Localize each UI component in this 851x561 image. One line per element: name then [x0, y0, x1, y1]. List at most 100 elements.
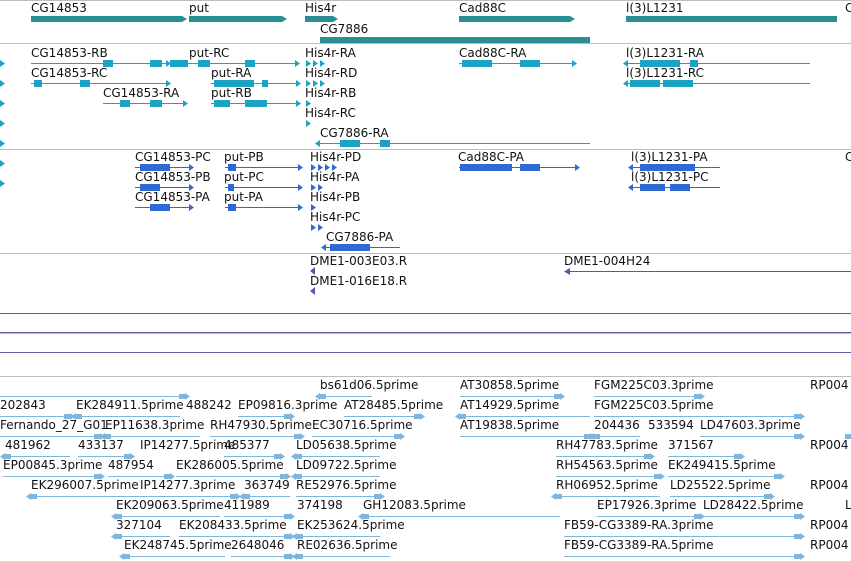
clone-label-dme1-016e18-r: DME1-016E18.R: [310, 274, 407, 288]
est-label-ep09816-3prime: EP09816.3prime: [238, 398, 337, 412]
est-glyph[interactable]: [700, 433, 805, 440]
gene-label-put: put: [189, 1, 209, 15]
est-glyph[interactable]: [564, 553, 805, 560]
gene-glyph[interactable]: [320, 37, 590, 43]
arrow-icon: [0, 120, 5, 127]
gene-glyph[interactable]: [626, 16, 837, 22]
track-canvas[interactable]: CG14853 put His4r Cad88C l(3)L1231 C CG7886 CG1…: [0, 0, 851, 561]
est-label-ep17926-3prime: EP17926.3prime: [597, 498, 696, 512]
transcript-label-l-3-l1231-rc: l(3)L1231-RC: [626, 66, 704, 80]
est-label-204436: 204436: [594, 418, 640, 432]
est-label-ek248745-5prime: EK248745.5prime: [124, 538, 232, 552]
clone-glyph[interactable]: [564, 268, 570, 275]
est-label-ek253624-5prime: EK253624.5prime: [297, 518, 405, 532]
est-label-ld09722-5prime: LD09722.5prime: [296, 458, 397, 472]
est-label-ek249415-5prime: EK249415.5prime: [668, 458, 776, 472]
transcript-label-put-rc: put-RC: [189, 46, 229, 60]
transcript-label-his4r-rd: His4r-RD: [305, 66, 357, 80]
est-label-ec30716-5prime: EC30716.5prime: [312, 418, 413, 432]
est-label-rh47930-5prime: RH47930.5prime: [210, 418, 312, 432]
genome-browser-panel[interactable]: CG14853 put His4r Cad88C l(3)L1231 C CG7886 CG1…: [0, 0, 851, 561]
est-label-fb59-cg3389-ra-5prime: FB59-CG3389-RA.5prime: [564, 538, 714, 552]
transcript-glyph[interactable]: [211, 100, 301, 107]
est-label-371567: 371567: [668, 438, 714, 452]
est-label-ep00845-3prime: EP00845.3prime: [3, 458, 102, 472]
transcript-label-cg14853-rc: CG14853-RC: [31, 66, 107, 80]
transcript-label-l-3-l1231-pa: l(3)L1231-PA: [631, 150, 708, 164]
est-label-fb59-cg3389-ra-3prime: FB59-CG3389-RA.3prime: [564, 518, 714, 532]
transcript-glyph[interactable]: [459, 164, 580, 171]
est-label-481962: 481962: [5, 438, 51, 452]
est-label-327104: 327104: [116, 518, 162, 532]
transcript-label-his4r-pc: His4r-PC: [310, 210, 360, 224]
arrow-icon: [306, 120, 311, 127]
est-label-fgm225c03-3prime: FGM225C03.3prime: [594, 378, 714, 392]
transcript-glyph[interactable]: [321, 244, 400, 251]
transcript-label-put-pc: put-PC: [224, 170, 264, 184]
est-label-ep11638-3prime: EP11638.3prime: [105, 418, 204, 432]
est-label-re02636-5prime: RE02636.5prime: [297, 538, 398, 552]
clone-glyph[interactable]: [310, 287, 315, 295]
transcript-label-cg14853-pb: CG14853-PB: [135, 170, 211, 184]
transcript-label-put-ra: put-RA: [211, 66, 252, 80]
est-label-ek208433-5prime: EK208433.5prime: [179, 518, 287, 532]
arrow-icon: [0, 160, 5, 167]
gene-label-cad88c: Cad88C: [459, 1, 506, 15]
arrow-icon: [0, 80, 5, 87]
est-label-ip14277-3prime: IP14277.3prime: [140, 478, 235, 492]
transcript-glyph[interactable]: [225, 204, 303, 211]
transcript-label-put-pa: put-PA: [224, 190, 264, 204]
transcript-label-his4r-pb: His4r-PB: [310, 190, 360, 204]
gene-glyph[interactable]: [31, 16, 187, 22]
transcript-label-cg7886-pa: CG7886-PA: [326, 230, 394, 244]
transcript-glyph[interactable]: [459, 60, 577, 67]
gene-label-l-3-l1231: l(3)L1231: [626, 1, 684, 15]
est-label-533594: 533594: [648, 418, 694, 432]
transcript-glyph[interactable]: [623, 80, 810, 87]
est-label-at30858-5prime: AT30858.5prime: [460, 378, 559, 392]
transcript-label-cg14853-pa: CG14853-PA: [135, 190, 211, 204]
est-label-fernando-27-g01: Fernando_27_G01: [0, 418, 108, 432]
transcript-label-c: C: [845, 150, 851, 164]
est-label-487954: 487954: [108, 458, 154, 472]
transcript-glyph[interactable]: [315, 140, 590, 147]
transcript-glyph[interactable]: [103, 100, 188, 107]
transcript-glyph[interactable]: [628, 184, 720, 191]
arrow-icon: [0, 140, 5, 147]
est-glyph[interactable]: [703, 513, 805, 520]
est-label-411989: 411989: [224, 498, 270, 512]
est-label-re52976-5prime: RE52976.5prime: [296, 478, 397, 492]
transcript-label-l-3-l1231-ra: l(3)L1231-RA: [626, 46, 705, 60]
transcript-label-cad88c-ra: Cad88C-RA: [459, 46, 527, 60]
est-label-at28485-5prime: AT28485.5prime: [344, 398, 443, 412]
est-label-rh47783-5prime: RH47783.5prime: [556, 438, 658, 452]
transcript-glyph[interactable]: [135, 204, 194, 211]
arrow-icon: [0, 180, 5, 187]
est-glyph[interactable]: [231, 553, 295, 560]
transcript-label-cg7886-ra: CG7886-RA: [320, 126, 389, 140]
est-label-gh12083-5prime: GH12083.5prime: [363, 498, 466, 512]
arrow-icon: [311, 224, 316, 231]
est-label-ld47603-3prime: LD47603.3prime: [700, 418, 801, 432]
est-label-rp004: RP004: [810, 538, 848, 552]
clone-label-dme1-004h24: DME1-004H24: [564, 254, 650, 268]
est-label-ek209063-5prime: EK209063.5prime: [116, 498, 224, 512]
est-label-at14929-5prime: AT14929.5prime: [460, 398, 559, 412]
est-label-rh06952-5prime: RH06952.5prime: [556, 478, 658, 492]
est-label-363749: 363749: [244, 478, 290, 492]
transcript-label-put-rb: put-RB: [211, 86, 252, 100]
arrow-icon: [318, 224, 323, 231]
gene-label-cg14853: CG14853: [31, 1, 87, 15]
est-glyph[interactable]: [119, 553, 225, 560]
est-glyph[interactable]: [292, 553, 390, 560]
est-label-rp004: RP004: [810, 518, 848, 532]
est-label-433137: 433137: [78, 438, 124, 452]
gene-glyph[interactable]: [189, 16, 287, 22]
est-label-202843: 202843: [0, 398, 46, 412]
est-label-488242: 488242: [186, 398, 232, 412]
est-label-ek296007-5prime: EK296007.5prime: [31, 478, 139, 492]
est-label-bs61d06-5prime: bs61d06.5prime: [320, 378, 418, 392]
transcript-label-l-3-l1231-pc: l(3)L1231-PC: [631, 170, 709, 184]
gene-glyph[interactable]: [459, 16, 575, 22]
est-label-l: L: [845, 498, 851, 512]
